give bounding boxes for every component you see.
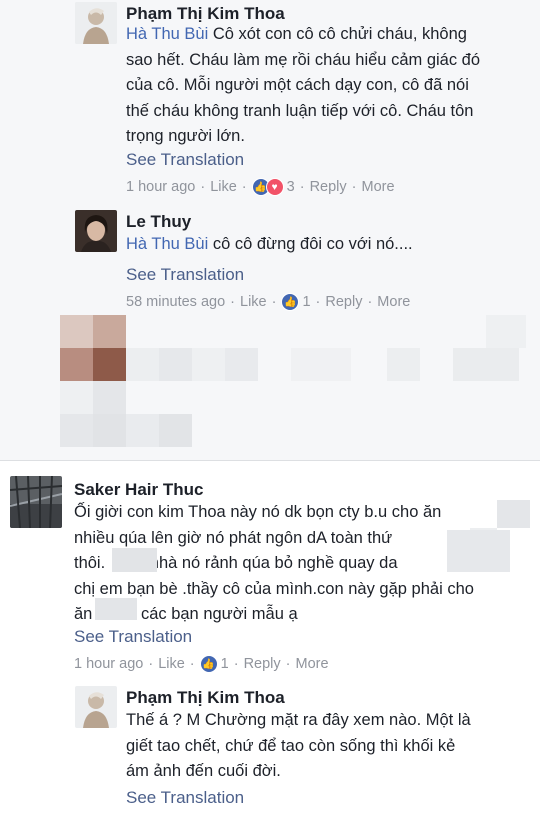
mention-link[interactable]: Hà Thu Bùi bbox=[126, 235, 208, 253]
reply-link[interactable]: Reply bbox=[325, 294, 362, 310]
reaction-count: 3 bbox=[286, 179, 295, 195]
like-link[interactable]: Like bbox=[158, 656, 185, 672]
like-link[interactable]: Like bbox=[240, 294, 267, 310]
reactions[interactable]: 👍 bbox=[281, 293, 300, 311]
comment-meta: 1 hour ago · Like · 👍 ♥ 3 · Reply · More bbox=[126, 178, 395, 196]
heart-icon: ♥ bbox=[265, 178, 284, 196]
timestamp-link[interactable]: 58 minutes ago bbox=[126, 294, 225, 310]
mention-link[interactable]: Hà Thu Bùi bbox=[126, 25, 208, 43]
comment-divider bbox=[0, 460, 540, 461]
reaction-count: 1 bbox=[302, 294, 311, 310]
comment-author[interactable]: Saker Hair Thuc bbox=[74, 480, 203, 500]
like-icon: 👍 bbox=[281, 293, 300, 311]
comment-text: Thế á ? M Chường mặt ra đây xem nào. Một… bbox=[126, 711, 471, 780]
more-link[interactable]: More bbox=[377, 294, 410, 310]
see-translation-link[interactable]: See Translation bbox=[74, 627, 192, 647]
comment-meta: 58 minutes ago · Like · 👍 1 · Reply · More bbox=[126, 293, 411, 311]
comment-author[interactable]: Le Thuy bbox=[126, 212, 191, 232]
reaction-count: 1 bbox=[220, 656, 229, 672]
more-link[interactable]: More bbox=[361, 179, 394, 195]
reply-link[interactable]: Reply bbox=[244, 656, 281, 672]
avatar[interactable] bbox=[75, 210, 117, 252]
comment-text: Hà Thu Bùi Cô xót con cô cô chửi cháu, k… bbox=[126, 25, 481, 145]
like-link[interactable]: Like bbox=[210, 179, 237, 195]
comment-author[interactable]: Phạm Thị Kim Thoa bbox=[126, 688, 285, 708]
avatar[interactable] bbox=[75, 2, 117, 44]
reply-link[interactable]: Reply bbox=[310, 179, 347, 195]
timestamp-link[interactable]: 1 hour ago bbox=[74, 656, 143, 672]
comment-meta: 1 hour ago · Like · 👍 1 · Reply · More bbox=[74, 655, 329, 673]
timestamp-link[interactable]: 1 hour ago bbox=[126, 179, 195, 195]
reactions[interactable]: 👍 bbox=[199, 655, 218, 673]
reactions[interactable]: 👍 ♥ bbox=[251, 178, 284, 196]
see-translation-link[interactable]: See Translation bbox=[126, 150, 244, 170]
like-icon: 👍 bbox=[199, 655, 218, 673]
avatar[interactable] bbox=[75, 686, 117, 728]
see-translation-link[interactable]: See Translation bbox=[126, 265, 244, 285]
avatar[interactable] bbox=[10, 476, 62, 528]
comment-text: Hà Thu Bùi cô cô đừng đôi co với nó.... bbox=[126, 235, 413, 253]
comment-author[interactable]: Phạm Thị Kim Thoa bbox=[126, 4, 285, 24]
more-link[interactable]: More bbox=[295, 656, 328, 672]
see-translation-link[interactable]: See Translation bbox=[126, 788, 244, 808]
